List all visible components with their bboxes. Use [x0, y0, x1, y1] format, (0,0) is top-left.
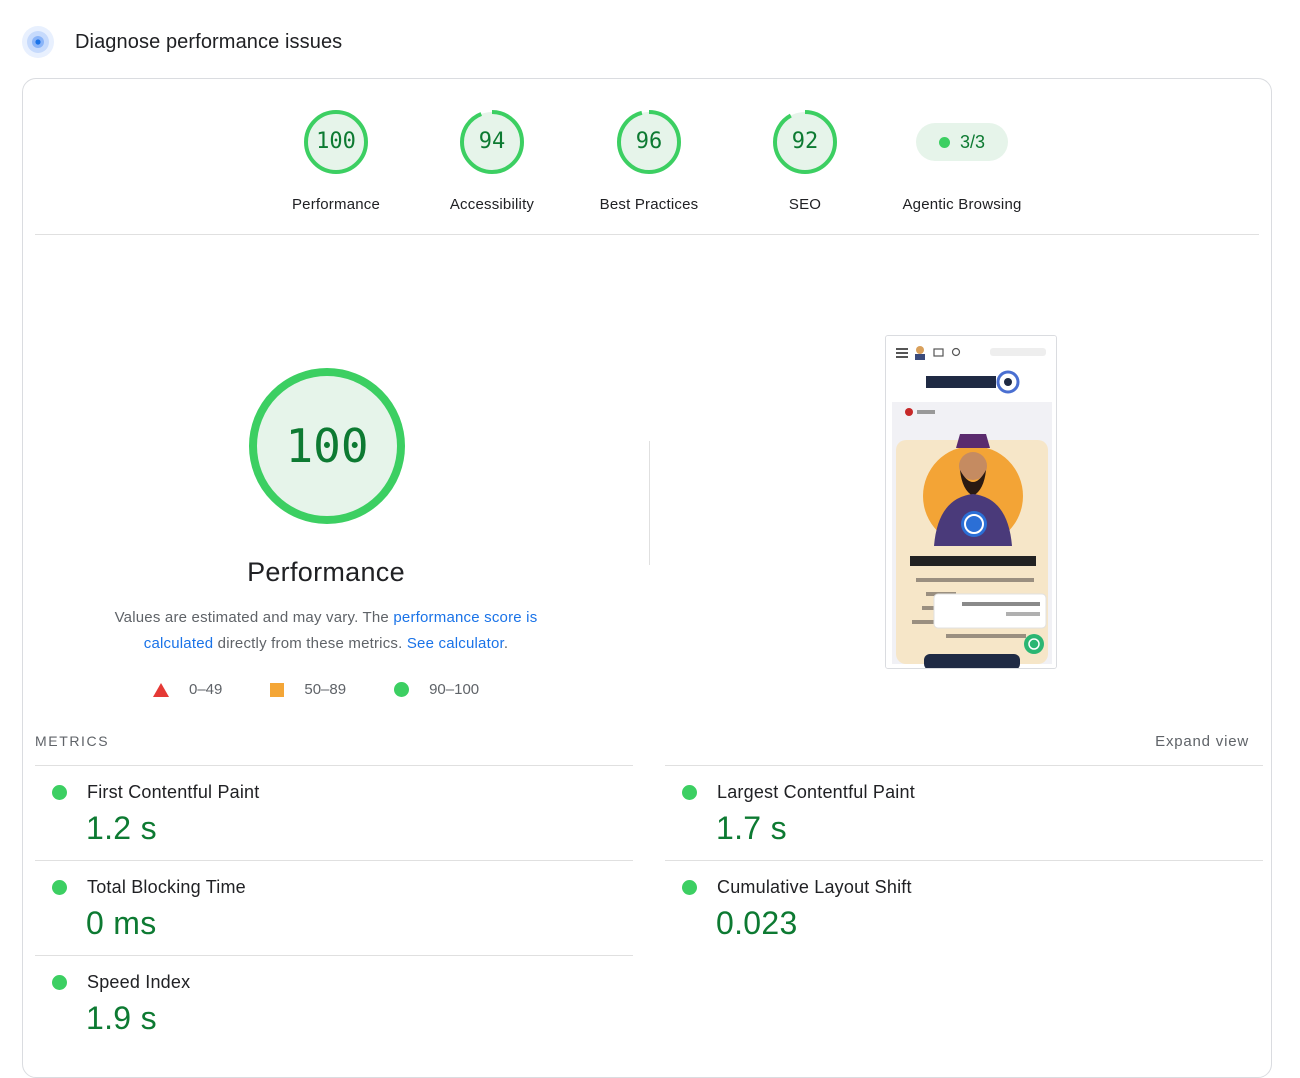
desc-text: .	[503, 635, 509, 652]
desc-text: directly from these metrics.	[213, 635, 407, 652]
metric-name: Cumulative Layout Shift	[717, 877, 912, 897]
see-calculator-link[interactable]: See calculator	[407, 635, 504, 652]
agentic-score-pill: 3/3	[916, 123, 1008, 161]
metric-first-contentful-paint: First Contentful Paint 1.2 s	[35, 765, 633, 860]
lighthouse-report-card: 100 Performance 94 Accessibility 96 Best…	[22, 78, 1272, 1078]
lighthouse-icon	[22, 26, 54, 58]
metric-value: 1.2 s	[86, 810, 157, 846]
metric-value: 1.9 s	[86, 1000, 157, 1036]
legend-label: 0–49	[189, 681, 223, 698]
metrics-header: METRICS Expand view	[35, 733, 1259, 753]
score-gauges: 100 Performance 94 Accessibility 96 Best…	[23, 79, 1271, 235]
gauge-best-practices[interactable]: 96 Best Practices	[579, 109, 719, 213]
legend-label: 90–100	[429, 681, 480, 698]
legend-pass: 90–100	[394, 681, 479, 698]
pass-dot-icon	[52, 975, 67, 990]
metric-name: Total Blocking Time	[87, 877, 246, 897]
section-header: Diagnose performance issues	[22, 24, 342, 60]
pass-dot-icon	[682, 880, 697, 895]
desc-text: Values are estimated and may vary. The	[114, 609, 394, 626]
expand-view-toggle[interactable]: Expand view	[1155, 733, 1249, 750]
metric-cumulative-layout-shift: Cumulative Layout Shift 0.023	[665, 860, 1263, 955]
average-square-icon	[270, 682, 285, 697]
divider	[35, 234, 1259, 235]
gauge-performance[interactable]: 100 Performance	[266, 109, 406, 213]
metric-total-blocking-time: Total Blocking Time 0 ms	[35, 860, 633, 955]
pass-dot-icon	[52, 785, 67, 800]
gauge-ring: 94	[459, 109, 525, 175]
gauge-ring: 96	[616, 109, 682, 175]
legend-average: 50–89	[270, 681, 346, 698]
metric-name: First Contentful Paint	[87, 782, 260, 802]
metric-value: 0 ms	[86, 905, 157, 941]
fail-triangle-icon	[153, 682, 169, 697]
gauge-score: 96	[635, 129, 663, 154]
metric-largest-contentful-paint: Largest Contentful Paint 1.7 s	[665, 765, 1263, 860]
section-title: Diagnose performance issues	[75, 30, 343, 53]
legend-fail: 0–49	[153, 681, 222, 698]
metric-value: 1.7 s	[716, 810, 787, 846]
gauge-ring: 100	[303, 109, 369, 175]
gauge-seo[interactable]: 92 SEO	[735, 109, 875, 213]
gauge-score: 100	[316, 129, 356, 154]
performance-gauge-large: 100	[247, 366, 407, 526]
gauge-agentic-browsing[interactable]: 3/3 Agentic Browsing	[892, 109, 1032, 213]
pass-circle-icon	[394, 682, 410, 697]
pass-dot-icon	[52, 880, 67, 895]
gauge-label: Agentic Browsing	[902, 196, 1022, 213]
gauge-score: 94	[478, 129, 506, 154]
final-screenshot-thumbnail[interactable]	[885, 335, 1057, 669]
gauge-ring: 92	[772, 109, 838, 175]
pass-dot-icon	[682, 785, 697, 800]
gauge-score: 92	[791, 129, 819, 154]
gauge-label: Best Practices	[599, 196, 699, 213]
performance-title: Performance	[247, 557, 405, 587]
gauge-label: Performance	[291, 196, 381, 213]
metric-speed-index: Speed Index 1.9 s	[35, 955, 633, 1050]
metric-name: Largest Contentful Paint	[717, 782, 915, 802]
gauge-label: Accessibility	[449, 196, 535, 213]
metric-value: 0.023	[716, 905, 798, 941]
pass-dot-icon	[938, 136, 950, 148]
metric-name: Speed Index	[87, 972, 191, 992]
metrics-heading: METRICS	[35, 733, 110, 749]
agentic-score: 3/3	[959, 131, 986, 152]
gauge-label: SEO	[788, 196, 822, 213]
vertical-divider	[649, 441, 650, 565]
performance-description: Values are estimated and may vary. The p…	[93, 605, 559, 657]
score-legend: 0–49 50–89 90–100	[153, 681, 527, 698]
gauge-accessibility[interactable]: 94 Accessibility	[422, 109, 562, 213]
legend-label: 50–89	[304, 681, 347, 698]
performance-score: 100	[285, 419, 369, 473]
